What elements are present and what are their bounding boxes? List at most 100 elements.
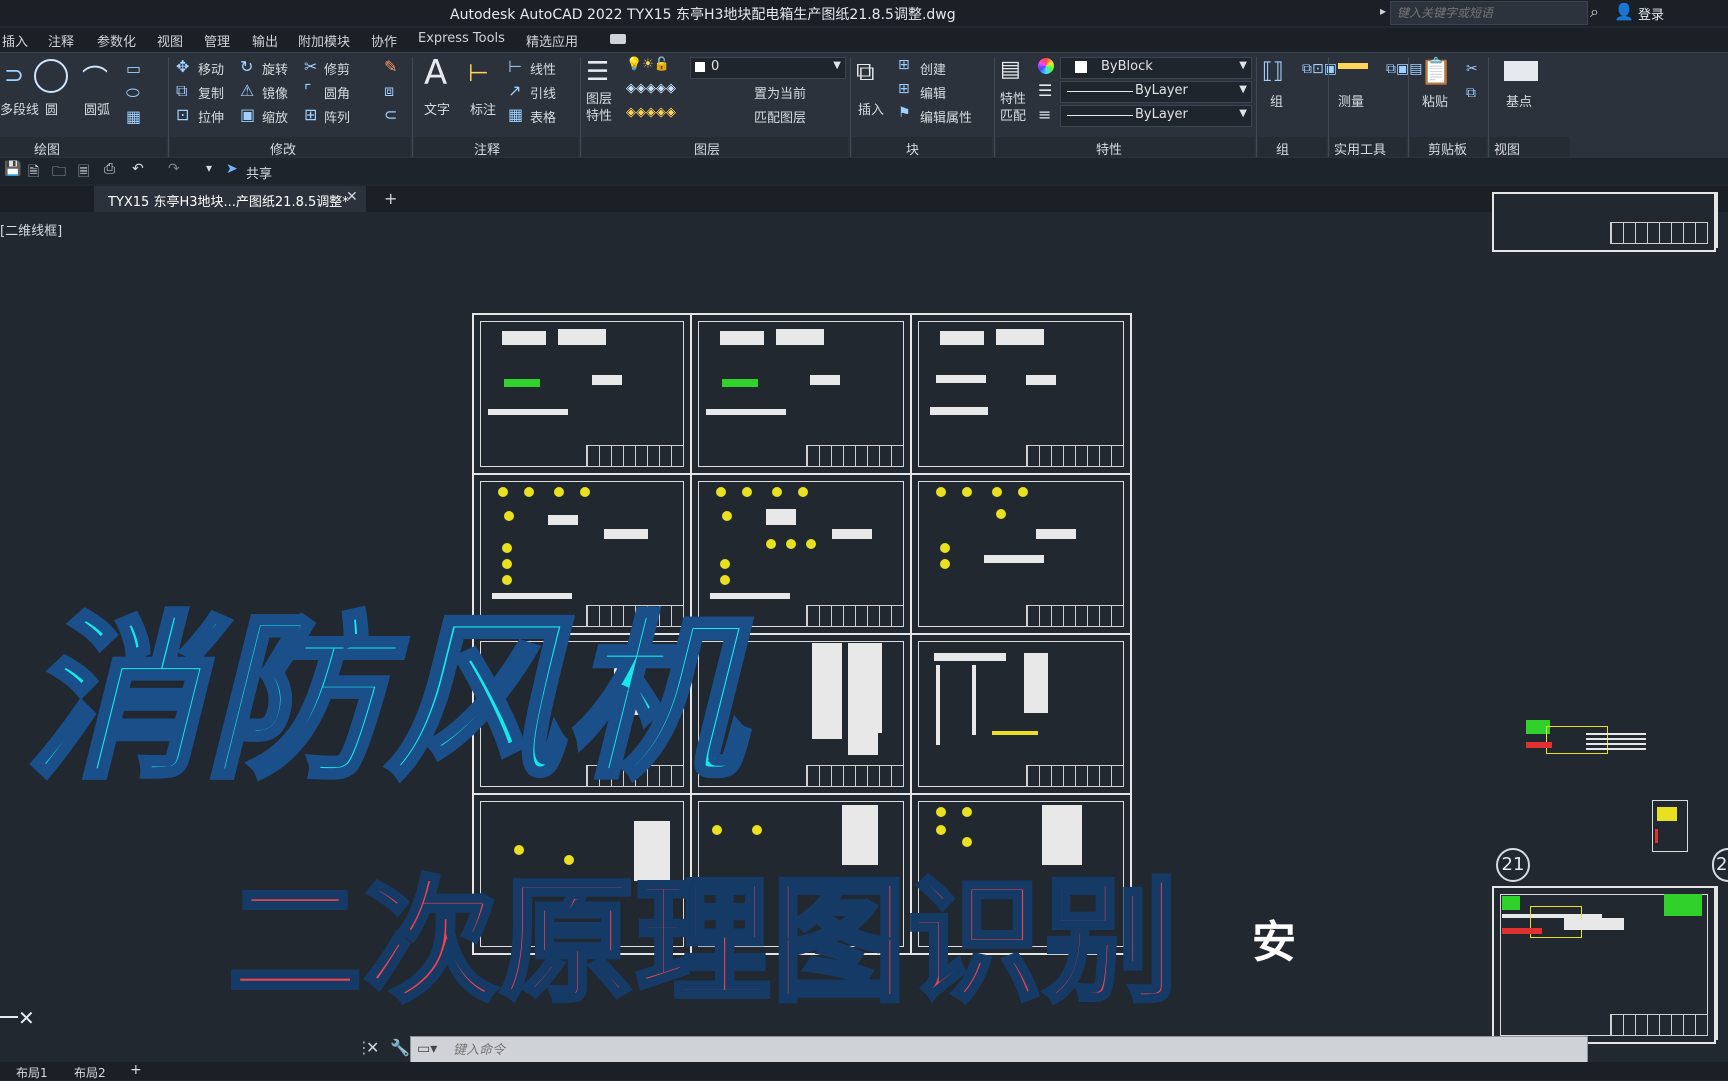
measure-button[interactable]: 测量 [1338,91,1364,110]
text-icon[interactable]: A [424,53,447,93]
add-layout-icon[interactable]: + [130,1062,142,1078]
draw-panel-label[interactable]: 绘图 [34,139,60,158]
menu-collaborate[interactable]: 协作 [371,31,397,50]
marker-21[interactable]: 21 [1496,848,1530,882]
stretch-button[interactable]: 拉伸 [198,107,224,126]
layer-tools2-icons[interactable]: ◈◈◈◈◈ [626,105,676,120]
marker-2[interactable]: 2 [1712,848,1728,882]
menu-manage[interactable]: 管理 [204,31,230,50]
block-panel-label[interactable]: 块 [906,139,919,158]
print-icon[interactable]: ⎙ [104,161,115,177]
match-properties-button[interactable]: 特性匹配 [1000,91,1030,125]
new-tab-icon[interactable]: + [384,189,397,208]
login-link[interactable]: 登录 [1638,4,1664,23]
dimension-icon[interactable]: ⊢ [468,59,489,87]
leader-button[interactable]: 引线 [530,83,556,102]
properties-panel-label[interactable]: 特性 [1096,139,1122,158]
drawing-sheet[interactable] [690,313,912,475]
redo-icon[interactable]: ↷ [168,161,180,177]
layer-properties-button[interactable]: 图层特性 [586,91,616,125]
circle-icon[interactable] [34,59,68,93]
plot-icon[interactable]: 🗏 [78,161,89,185]
drawing-sheet[interactable] [910,473,1132,635]
color-wheel-icon[interactable] [1038,58,1054,74]
explode-icon[interactable]: ⧈ [384,81,394,101]
layers-panel-label[interactable]: 图层 [694,139,720,158]
copy-button[interactable]: 复制 [198,83,224,102]
group-icon[interactable]: ⟦⟧ [1262,59,1284,84]
menu-view[interactable]: 视图 [157,31,183,50]
polyline-button[interactable]: 多段线 [0,99,39,118]
small-panel[interactable] [1652,800,1688,852]
group-button[interactable]: 组 [1270,91,1283,110]
ribbon-toggle-icon[interactable] [610,34,626,44]
circle-button[interactable]: 圆 [45,99,58,118]
share-button[interactable]: 共享 [246,163,272,182]
save-as-icon[interactable]: 🗎 [28,161,39,185]
polyline-icon[interactable]: ⊃ [4,61,24,89]
search-input[interactable] [1391,3,1583,23]
drawing-sheet[interactable] [910,313,1132,475]
drawing-sheet[interactable] [910,633,1132,795]
erase-icon[interactable]: ✎ [384,57,397,76]
drawing-sheet[interactable] [472,313,692,475]
clipboard-tools-icons[interactable]: ✂⧉ [1466,57,1482,105]
command-input[interactable] [451,1039,1575,1061]
match-layer-button[interactable]: 匹配图层 [754,107,806,126]
edit-block-button[interactable]: 编辑 [920,83,946,102]
lineweight-dropdown[interactable]: ByLayer ▼ [1060,105,1252,127]
annotation-panel-label[interactable]: 注释 [474,139,500,158]
menu-output[interactable]: 输出 [252,31,278,50]
drawing-sheet[interactable] [1492,886,1716,1044]
command-prompt-icon[interactable]: ▭▾ [417,1041,437,1057]
close-icon[interactable]: ✕ [18,1006,35,1030]
linetype-dropdown[interactable]: ByLayer ▼ [1060,81,1252,103]
fillet-button[interactable]: 圆角 [324,83,350,102]
layer-dropdown[interactable]: 0 ▼ [690,57,846,79]
close-tab-icon[interactable]: ✕ [346,189,358,205]
file-tab-active[interactable]: TYX15 东亭H3地块...产图纸21.8.5调整* ✕ [94,186,366,212]
command-close-icon[interactable]: ✕ [366,1038,379,1057]
layer-properties-icon[interactable]: ☰ [586,57,609,87]
scale-button[interactable]: 缩放 [262,107,288,126]
utilities-panel-label[interactable]: 实用工具 [1334,139,1386,158]
small-diagram[interactable] [1526,720,1656,760]
viewport-label[interactable]: [二维线框] [0,220,62,239]
paste-button[interactable]: 粘贴 [1422,91,1448,110]
hatch-icon[interactable]: ▦ [126,107,141,126]
menu-addins[interactable]: 附加模块 [298,31,350,50]
rectangle-icon[interactable]: ▭ [126,59,141,78]
layer-tools-icons[interactable]: ◈◈◈◈◈ [626,81,676,96]
layout-tab-1[interactable]: 布局1 [16,1064,48,1081]
save-icon[interactable]: 💾 [4,161,21,177]
table-button[interactable]: 表格 [530,107,556,126]
paste-icon[interactable]: 📋 [1420,57,1452,87]
menu-featured-apps[interactable]: 精选应用 [526,31,578,50]
dimension-button[interactable]: 标注 [470,99,496,118]
clipboard-panel-label[interactable]: 剪贴板 [1428,139,1467,158]
edit-attributes-button[interactable]: 编辑属性 [920,107,972,126]
customize-icon[interactable]: ▾ [206,161,212,175]
search-box[interactable] [1390,1,1588,25]
group-panel-label[interactable]: 组 [1276,139,1289,158]
move-button[interactable]: 移动 [198,59,224,78]
insert-button[interactable]: 插入 [858,99,884,118]
trim-button[interactable]: 修剪 [324,59,350,78]
undo-icon[interactable]: ↶ [132,161,144,177]
color-dropdown[interactable]: ByBlock ▼ [1060,57,1252,79]
create-block-button[interactable]: 创建 [920,59,946,78]
menu-insert[interactable]: 插入 [2,31,28,50]
mirror-button[interactable]: 镜像 [262,83,288,102]
base-point-icon[interactable] [1504,61,1538,81]
base-point-button[interactable]: 基点 [1506,91,1532,110]
user-icon[interactable]: 👤 [1614,2,1634,21]
rotate-button[interactable]: 旋转 [262,59,288,78]
menu-express-tools[interactable]: Express Tools [418,31,505,46]
match-properties-icon[interactable]: ▤ [1000,57,1021,82]
open-icon[interactable]: 🗀 [52,161,66,185]
modify-panel-label[interactable]: 修改 [270,139,296,158]
measure-icon[interactable] [1338,63,1368,69]
insert-block-icon[interactable]: ⧉ [856,57,875,88]
offset-icon[interactable]: ⊂ [384,105,397,124]
layout-tab-2[interactable]: 布局2 [74,1064,106,1081]
